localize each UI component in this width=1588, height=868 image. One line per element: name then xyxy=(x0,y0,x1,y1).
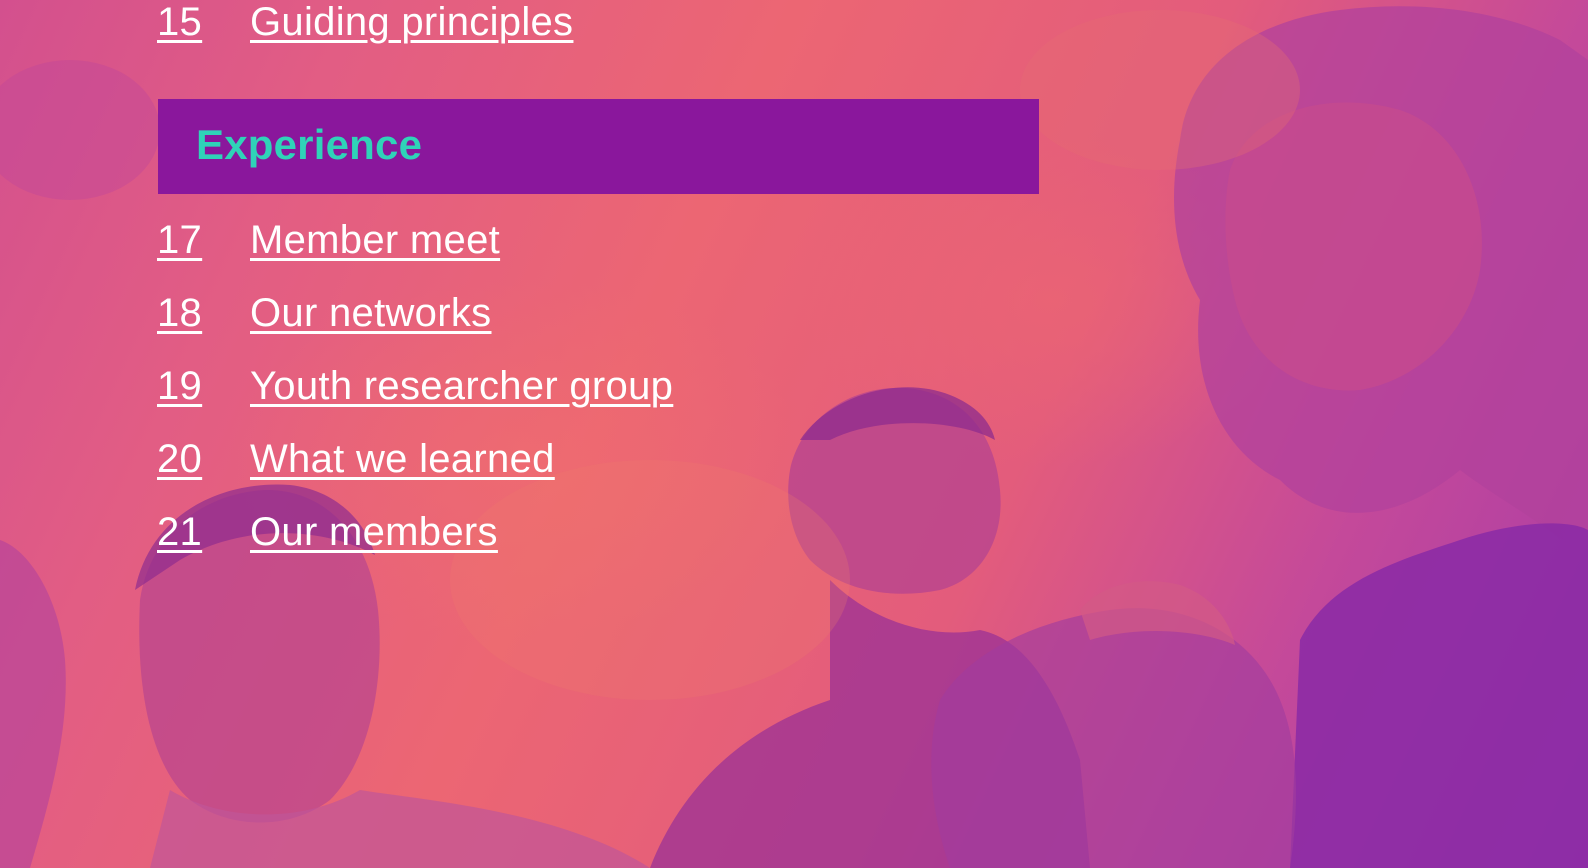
toc-item-number: 18 xyxy=(157,291,203,335)
toc-item-label: Guiding principles xyxy=(250,0,574,44)
toc-item-label: What we learned xyxy=(250,437,555,481)
toc-item-guiding-principles[interactable]: 15 Guiding principles xyxy=(157,0,573,45)
toc-item-number: 21 xyxy=(157,510,203,554)
toc-item-label: Our networks xyxy=(250,291,492,335)
toc-item-our-networks[interactable]: 18 Our networks xyxy=(157,291,491,336)
toc-item-label: Youth researcher group xyxy=(250,364,674,408)
toc-item-youth-researcher-group[interactable]: 19 Youth researcher group xyxy=(157,364,673,409)
toc-item-label: Our members xyxy=(250,510,498,554)
toc-item-what-we-learned[interactable]: 20 What we learned xyxy=(157,437,555,482)
toc-item-number: 19 xyxy=(157,364,203,408)
section-title: Experience xyxy=(196,121,423,168)
toc-item-label: Member meet xyxy=(250,218,501,262)
toc-item-number: 17 xyxy=(157,218,203,262)
toc-item-our-members[interactable]: 21 Our members xyxy=(157,510,498,555)
toc-item-number: 15 xyxy=(157,0,203,44)
section-banner-experience: Experience xyxy=(158,99,1039,194)
table-of-contents: 15 Guiding principles Experience 17 Memb… xyxy=(0,0,1588,868)
toc-item-member-meet[interactable]: 17 Member meet xyxy=(157,218,500,263)
toc-item-number: 20 xyxy=(157,437,203,481)
